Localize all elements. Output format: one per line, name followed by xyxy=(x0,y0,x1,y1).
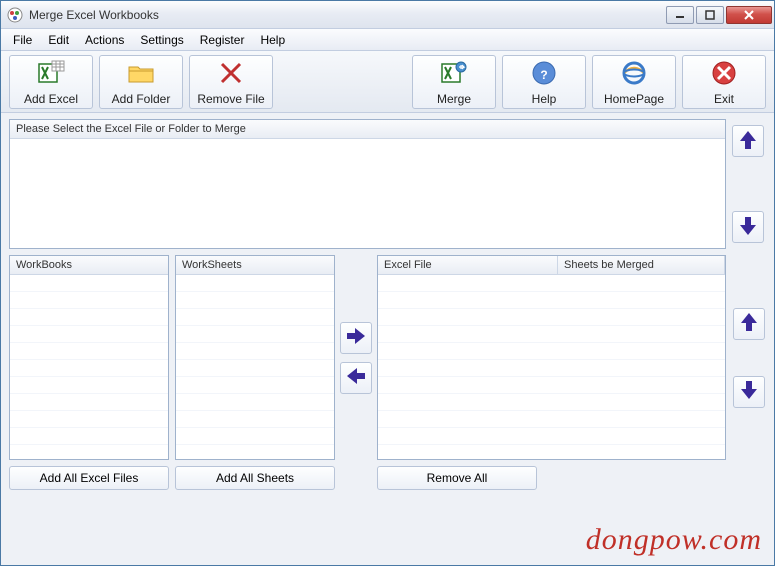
add-folder-label: Add Folder xyxy=(112,92,171,106)
arrow-up-icon xyxy=(738,129,758,154)
add-excel-button[interactable]: Add Excel xyxy=(9,55,93,109)
mid-group: WorkBooks WorkSheets xyxy=(9,255,766,460)
homepage-button[interactable]: HomePage xyxy=(592,55,676,109)
worksheets-list[interactable] xyxy=(176,275,334,458)
exit-icon xyxy=(709,59,739,90)
add-to-merge-button[interactable] xyxy=(340,322,372,354)
file-select-list[interactable] xyxy=(10,139,725,247)
maximize-button[interactable] xyxy=(696,6,724,24)
remove-all-button[interactable]: Remove All xyxy=(377,466,537,490)
add-all-sheets-label: Add All Sheets xyxy=(216,471,294,485)
merge-move-down-button[interactable] xyxy=(733,376,765,408)
move-up-button[interactable] xyxy=(732,125,764,157)
help-icon: ? xyxy=(529,59,559,90)
worksheets-pane[interactable]: WorkSheets xyxy=(175,255,335,460)
remove-all-label: Remove All xyxy=(427,471,488,485)
move-down-button[interactable] xyxy=(732,211,764,243)
ie-icon xyxy=(619,59,649,90)
window-controls xyxy=(666,6,772,24)
merge-table-head: Excel File Sheets be Merged xyxy=(378,256,725,275)
col-sheets-merged[interactable]: Sheets be Merged xyxy=(558,256,725,274)
merge-button[interactable]: Merge xyxy=(412,55,496,109)
menubar: File Edit Actions Settings Register Help xyxy=(1,29,774,51)
svg-text:?: ? xyxy=(540,68,547,82)
arrow-up-icon xyxy=(739,311,759,336)
content-area: Please Select the Excel File or Folder t… xyxy=(1,113,774,565)
homepage-label: HomePage xyxy=(604,92,664,106)
file-select-header: Please Select the Excel File or Folder t… xyxy=(10,120,725,139)
remove-from-merge-button[interactable] xyxy=(340,362,372,394)
worksheets-header: WorkSheets xyxy=(176,256,334,275)
window-title: Merge Excel Workbooks xyxy=(29,8,666,22)
menu-register[interactable]: Register xyxy=(194,31,251,49)
menu-file[interactable]: File xyxy=(7,31,38,49)
minimize-button[interactable] xyxy=(666,6,694,24)
arrow-right-icon xyxy=(345,326,367,349)
folder-icon xyxy=(126,59,156,90)
exit-button[interactable]: Exit xyxy=(682,55,766,109)
exit-label: Exit xyxy=(714,92,734,106)
bottom-buttons: Add All Excel Files Add All Sheets Remov… xyxy=(9,466,766,490)
merge-icon xyxy=(439,59,469,90)
reorder-buttons-top xyxy=(732,119,766,249)
help-label: Help xyxy=(532,92,557,106)
merge-table-body[interactable] xyxy=(378,275,725,459)
menu-settings[interactable]: Settings xyxy=(134,31,189,49)
add-all-excel-label: Add All Excel Files xyxy=(40,471,139,485)
menu-actions[interactable]: Actions xyxy=(79,31,130,49)
merge-label: Merge xyxy=(437,92,471,106)
workbooks-header: WorkBooks xyxy=(10,256,168,275)
arrow-down-icon xyxy=(738,215,758,240)
add-all-excel-button[interactable]: Add All Excel Files xyxy=(9,466,169,490)
remove-file-button[interactable]: Remove File xyxy=(189,55,273,109)
app-window: Merge Excel Workbooks File Edit Actions … xyxy=(0,0,775,566)
toolbar-spacer xyxy=(279,55,406,110)
arrow-down-icon xyxy=(739,379,759,404)
add-excel-label: Add Excel xyxy=(24,92,78,106)
merge-table[interactable]: Excel File Sheets be Merged xyxy=(377,255,726,460)
top-group: Please Select the Excel File or Folder t… xyxy=(9,119,766,249)
remove-file-label: Remove File xyxy=(197,92,264,106)
menu-edit[interactable]: Edit xyxy=(42,31,75,49)
close-button[interactable] xyxy=(726,6,772,24)
arrow-left-icon xyxy=(345,366,367,389)
titlebar: Merge Excel Workbooks xyxy=(1,1,774,29)
toolbar: Add Excel Add Folder Remove File Merge ?… xyxy=(1,51,774,113)
excel-add-icon xyxy=(36,59,66,90)
workbooks-pane[interactable]: WorkBooks xyxy=(9,255,169,460)
file-select-pane[interactable]: Please Select the Excel File or Folder t… xyxy=(9,119,726,249)
menu-help[interactable]: Help xyxy=(254,31,291,49)
app-icon xyxy=(7,7,23,23)
merge-move-up-button[interactable] xyxy=(733,308,765,340)
add-all-sheets-button[interactable]: Add All Sheets xyxy=(175,466,335,490)
col-excel-file[interactable]: Excel File xyxy=(378,256,558,274)
help-button[interactable]: ? Help xyxy=(502,55,586,109)
remove-x-icon xyxy=(216,59,246,90)
add-folder-button[interactable]: Add Folder xyxy=(99,55,183,109)
workbooks-list[interactable] xyxy=(10,275,168,458)
